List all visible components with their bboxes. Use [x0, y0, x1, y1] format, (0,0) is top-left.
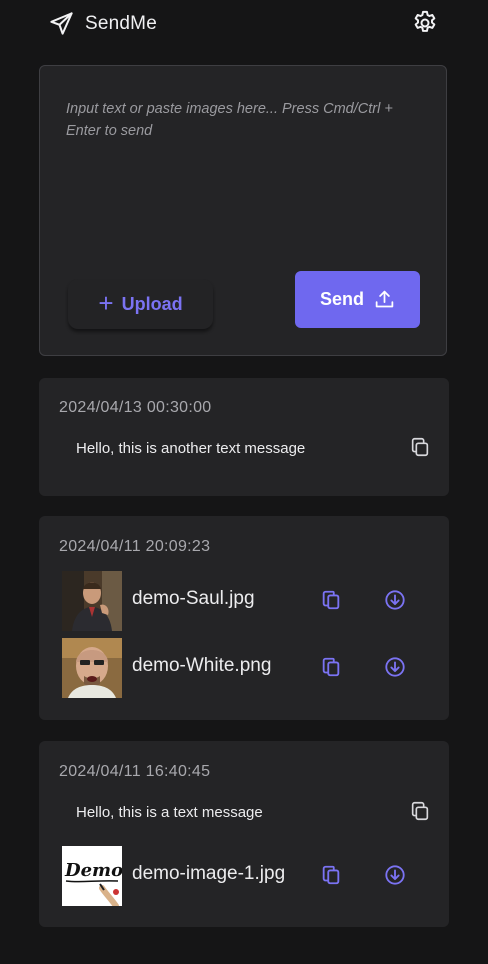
message-input[interactable]: Input text or paste images here... Press… — [66, 98, 416, 248]
file-name: demo-White.png — [132, 655, 272, 676]
upload-button[interactable]: + Upload — [68, 279, 213, 329]
message-text: Hello, this is another text message — [76, 440, 306, 457]
message-text: Hello, this is a text message — [76, 804, 263, 821]
message-timestamp: 2024/04/13 00:30:00 — [59, 399, 212, 416]
file-name: demo-image-1.jpg — [132, 863, 286, 884]
message-card: 2024/04/11 20:09:23 demo-Saul.jpg demo-W… — [39, 516, 449, 720]
settings-button[interactable] — [411, 9, 439, 37]
copy-file-icon[interactable] — [320, 656, 342, 678]
download-icon[interactable] — [384, 656, 406, 678]
thumbnail-text: Demo — [64, 860, 122, 881]
app-header: SendMe — [0, 0, 488, 46]
plus-icon: + — [98, 288, 114, 318]
file-thumbnail — [62, 571, 122, 631]
file-thumbnail — [62, 638, 122, 698]
file-thumbnail: Demo — [62, 846, 122, 906]
copy-icon[interactable] — [409, 436, 431, 458]
composer-panel: Input text or paste images here... Press… — [39, 65, 447, 356]
upload-label: Upload — [121, 293, 183, 314]
demo-text-thumbnail: Demo — [62, 846, 122, 906]
download-icon[interactable] — [384, 864, 406, 886]
file-item: demo-Saul.jpg — [62, 571, 432, 631]
message-card: 2024/04/13 00:30:00 Hello, this is anoth… — [39, 378, 449, 496]
message-card: 2024/04/11 16:40:45 Hello, this is a tex… — [39, 741, 449, 927]
person-photo-thumbnail — [62, 571, 122, 631]
app-logo: SendMe — [48, 10, 157, 37]
send-button[interactable]: Send — [295, 271, 420, 328]
copy-file-icon[interactable] — [320, 589, 342, 611]
message-timestamp: 2024/04/11 16:40:45 — [59, 763, 211, 780]
send-label: Send — [319, 289, 364, 309]
copy-icon[interactable] — [409, 800, 431, 822]
download-icon[interactable] — [384, 589, 406, 611]
upload-arrow-icon — [375, 290, 394, 308]
app-title: SendMe — [85, 12, 157, 34]
file-item: demo-White.png — [62, 638, 432, 698]
file-item: Demo demo-image-1.jpg — [62, 846, 432, 906]
send-logo-icon — [50, 12, 73, 35]
gear-icon — [414, 10, 436, 32]
message-timestamp: 2024/04/11 20:09:23 — [59, 538, 211, 555]
file-name: demo-Saul.jpg — [132, 588, 255, 609]
person-photo-thumbnail — [62, 638, 122, 698]
copy-file-icon[interactable] — [320, 864, 342, 886]
